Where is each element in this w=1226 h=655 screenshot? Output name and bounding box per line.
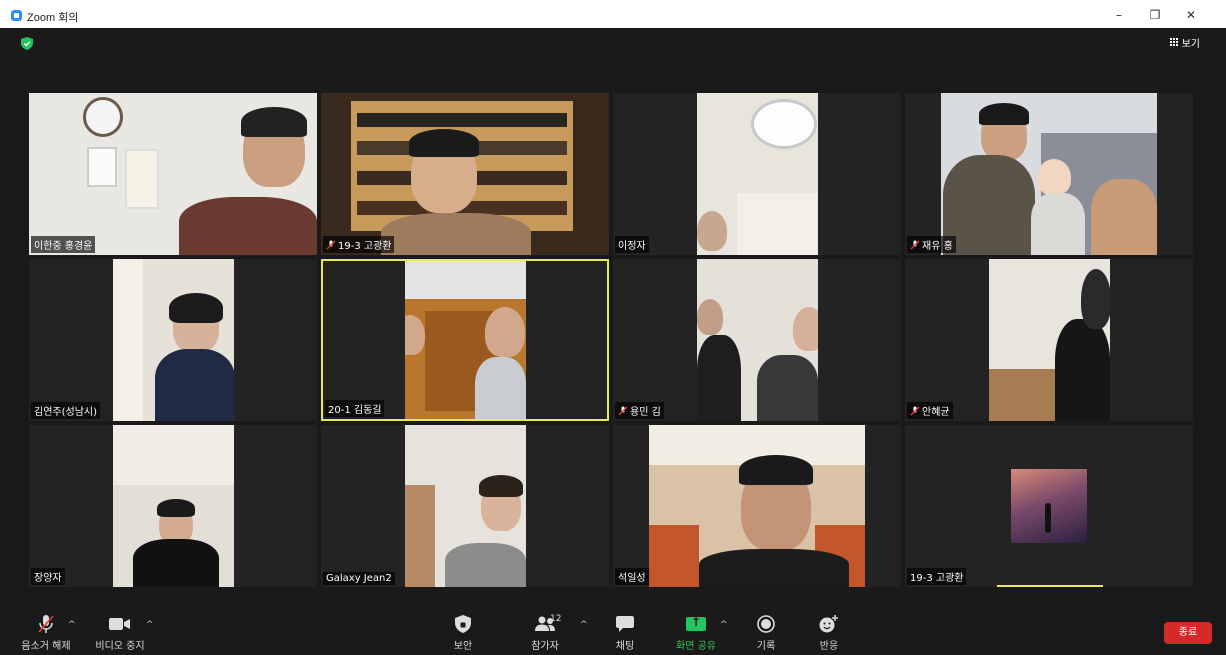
participant-name-label: 19-3 고광환 <box>907 568 967 585</box>
video-tile[interactable]: 19-3 고광환 <box>321 93 609 255</box>
share-screen-icon <box>686 615 706 631</box>
zoom-logo-icon <box>11 10 22 21</box>
participant-name-label: 안혜균 <box>907 402 953 419</box>
video-tile[interactable]: Galaxy Jean2 <box>321 425 609 587</box>
share-screen-button[interactable]: 화면 공유 <box>670 614 722 652</box>
stop-video-button[interactable]: 비디오 중지 <box>90 614 150 652</box>
video-tile[interactable]: 석일성 <box>613 425 901 587</box>
encryption-shield-icon[interactable] <box>21 37 33 50</box>
participant-video <box>941 93 1157 255</box>
grid-view-icon <box>1169 38 1179 47</box>
meeting-stage: 보기 이한중 홍경윤 19-3 고광환 이정자 재유 홍 김연주(성남시) 20… <box>10 28 1214 606</box>
participant-video <box>321 93 609 255</box>
muted-mic-icon <box>910 406 920 415</box>
participants-button[interactable]: 12 참가자 <box>524 614 566 652</box>
muted-mic-icon <box>618 406 628 415</box>
participant-name-label: 재유 홍 <box>907 236 956 253</box>
video-tile[interactable]: 용민 김 <box>613 259 901 421</box>
clock-icon <box>83 97 123 137</box>
view-button[interactable]: 보기 <box>1169 35 1200 50</box>
meeting-toolbar: 음소거 해제 ^ 비디오 중지 ^ 보안 12 참가자 ^ 채팅 화면 공유 ^… <box>0 606 1226 655</box>
participants-options-caret[interactable]: ^ <box>580 620 588 630</box>
record-icon <box>757 615 775 633</box>
video-tile[interactable]: 안혜균 <box>905 259 1193 421</box>
chat-button[interactable]: 채팅 <box>610 614 640 652</box>
participant-name-label: 석일성 <box>615 568 649 585</box>
participant-video <box>649 425 865 587</box>
video-options-caret[interactable]: ^ <box>146 620 154 630</box>
end-meeting-button[interactable]: 종료 <box>1164 622 1212 644</box>
minimize-button[interactable]: – <box>1112 8 1126 22</box>
muted-mic-icon <box>326 240 336 249</box>
participant-video <box>989 259 1110 421</box>
video-tile-active-speaker[interactable]: 20-1 김동길 <box>321 259 609 421</box>
audio-options-caret[interactable]: ^ <box>68 620 76 630</box>
chat-bubble-icon <box>616 616 634 632</box>
maximize-button[interactable]: ❐ <box>1148 8 1162 22</box>
participant-name-label: 김연주(성남시) <box>31 402 101 419</box>
participant-name-label: 이정자 <box>615 236 649 253</box>
participant-video <box>113 259 234 421</box>
window-title: Zoom 회의 <box>27 12 79 24</box>
speaking-indicator <box>997 585 1103 587</box>
participant-video <box>405 261 526 419</box>
participant-name-label: 이한중 홍경윤 <box>31 236 96 253</box>
video-tile[interactable]: 재유 홍 <box>905 93 1193 255</box>
participant-name-label: 용민 김 <box>615 402 664 419</box>
video-camera-icon <box>109 618 130 630</box>
participants-count-badge: 12 <box>550 614 562 624</box>
video-tile[interactable]: 김연주(성남시) <box>29 259 317 421</box>
security-button[interactable]: 보안 <box>446 614 480 652</box>
participant-video <box>29 93 317 255</box>
participant-video <box>697 259 818 421</box>
title-bar: Zoom 회의 – ❐ ✕ <box>0 0 1226 28</box>
video-tile[interactable]: 19-3 고광환 <box>905 425 1193 587</box>
video-tile[interactable]: 이한중 홍경윤 <box>29 93 317 255</box>
video-tile[interactable]: 이정자 <box>613 93 901 255</box>
participant-name-label: Galaxy Jean2 <box>323 572 395 585</box>
participant-video <box>405 425 526 587</box>
profile-picture <box>1011 469 1087 543</box>
view-label: 보기 <box>1181 39 1200 50</box>
muted-mic-icon <box>910 240 920 249</box>
participant-name-label: 장양자 <box>31 568 65 585</box>
reaction-emoji-icon <box>819 615 838 633</box>
reactions-button[interactable]: 반응 <box>812 614 846 652</box>
share-options-caret[interactable]: ^ <box>720 620 728 630</box>
participant-video <box>697 93 818 255</box>
close-button[interactable]: ✕ <box>1184 8 1198 22</box>
participant-video <box>113 425 234 587</box>
security-shield-icon <box>455 615 471 633</box>
participant-name-label: 19-3 고광환 <box>323 236 395 253</box>
muted-mic-icon <box>38 615 54 633</box>
record-button[interactable]: 기록 <box>752 614 780 652</box>
video-tile[interactable]: 장양자 <box>29 425 317 587</box>
participant-name-label: 20-1 김동길 <box>325 400 385 417</box>
